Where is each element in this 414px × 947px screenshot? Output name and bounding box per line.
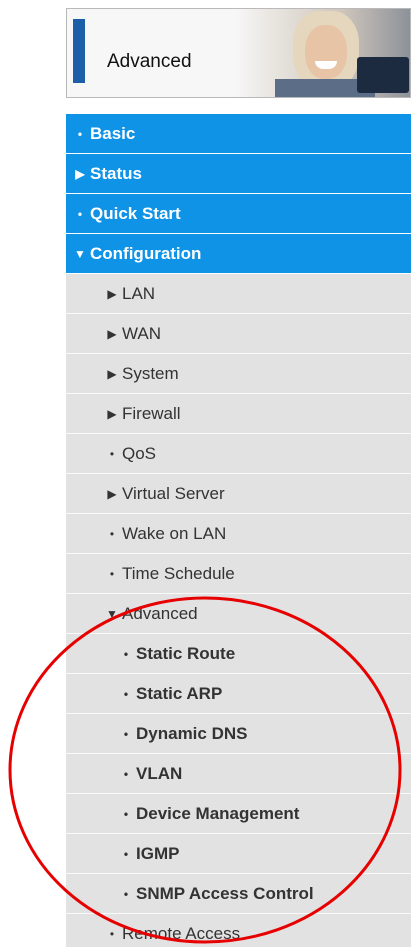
menu-item-label: Dynamic DNS <box>136 723 248 743</box>
menu-item-system[interactable]: ▶ System <box>66 354 411 394</box>
menu-item-basic[interactable]: • Basic <box>66 114 411 154</box>
triangle-right-icon: ▶ <box>75 166 85 181</box>
menu-item-label: VLAN <box>136 763 183 783</box>
menu-item-configuration[interactable]: ▼ Configuration <box>66 234 411 274</box>
menu-item-quick-start[interactable]: • Quick Start <box>66 194 411 234</box>
menu-item-static-arp[interactable]: • Static ARP <box>66 674 411 714</box>
menu-item-label: Status <box>90 163 142 183</box>
bullet-icon: • <box>123 646 129 661</box>
bullet-icon: • <box>109 566 115 581</box>
header-banner-image <box>235 9 410 97</box>
menu-item-label: System <box>122 363 179 383</box>
menu-item-dynamic-dns[interactable]: • Dynamic DNS <box>66 714 411 754</box>
menu-item-label: LAN <box>122 283 156 303</box>
menu-item-wake-on-lan[interactable]: • Wake on LAN <box>66 514 411 554</box>
menu-item-device-management[interactable]: • Device Management <box>66 794 411 834</box>
menu-item-firewall[interactable]: ▶ Firewall <box>66 394 411 434</box>
bullet-icon: • <box>109 446 115 461</box>
triangle-right-icon: ▶ <box>107 486 117 501</box>
menu-item-label: IGMP <box>136 843 180 863</box>
menu-item-time-schedule[interactable]: • Time Schedule <box>66 554 411 594</box>
menu-item-label: Configuration <box>90 243 202 263</box>
menu-item-static-route[interactable]: • Static Route <box>66 634 411 674</box>
menu-item-label: Static ARP <box>136 683 223 703</box>
triangle-down-icon: ▼ <box>106 606 118 621</box>
bullet-icon: • <box>109 526 115 541</box>
menu-item-label: Basic <box>90 123 136 143</box>
menu-item-remote-access[interactable]: • Remote Access <box>66 914 411 947</box>
menu-item-label: Quick Start <box>90 203 181 223</box>
triangle-right-icon: ▶ <box>107 366 117 381</box>
menu-item-status[interactable]: ▶ Status <box>66 154 411 194</box>
menu-item-label: Remote Access <box>122 923 241 943</box>
page-title: Advanced <box>107 51 192 72</box>
page-header: Advanced <box>66 8 411 98</box>
triangle-down-icon: ▼ <box>74 246 86 261</box>
bullet-icon: • <box>123 766 129 781</box>
menu-item-advanced[interactable]: ▼ Advanced <box>66 594 411 634</box>
bullet-icon: • <box>123 886 129 901</box>
menu-item-label: Device Management <box>136 803 300 823</box>
menu-item-wan[interactable]: ▶ WAN <box>66 314 411 354</box>
bullet-icon: • <box>123 686 129 701</box>
menu-item-label: Time Schedule <box>122 563 235 583</box>
menu-item-label: Virtual Server <box>122 483 225 503</box>
menu-item-label: Static Route <box>136 643 236 663</box>
header-accent-bar <box>73 19 85 83</box>
triangle-right-icon: ▶ <box>107 326 117 341</box>
menu-item-igmp[interactable]: • IGMP <box>66 834 411 874</box>
menu-item-snmp-access-control[interactable]: • SNMP Access Control <box>66 874 411 914</box>
menu-item-virtual-server[interactable]: ▶ Virtual Server <box>66 474 411 514</box>
menu-item-label: SNMP Access Control <box>136 883 314 903</box>
menu-item-label: Wake on LAN <box>122 523 227 543</box>
bullet-icon: • <box>123 726 129 741</box>
triangle-right-icon: ▶ <box>107 286 117 301</box>
sidebar-menu: • Basic ▶ Status • Quick Start ▼ Configu… <box>66 114 411 947</box>
laptop-icon <box>357 57 409 93</box>
menu-item-qos[interactable]: • QoS <box>66 434 411 474</box>
bullet-icon: • <box>123 806 129 821</box>
menu-item-vlan[interactable]: • VLAN <box>66 754 411 794</box>
menu-item-label: QoS <box>122 443 157 463</box>
menu-item-lan[interactable]: ▶ LAN <box>66 274 411 314</box>
menu-item-label: Advanced <box>122 603 198 623</box>
person-face <box>305 25 347 79</box>
bullet-icon: • <box>77 126 83 141</box>
menu-item-label: WAN <box>122 323 162 343</box>
bullet-icon: • <box>123 846 129 861</box>
bullet-icon: • <box>77 206 83 221</box>
menu-item-label: Firewall <box>122 403 181 423</box>
bullet-icon: • <box>109 926 115 941</box>
triangle-right-icon: ▶ <box>107 406 117 421</box>
